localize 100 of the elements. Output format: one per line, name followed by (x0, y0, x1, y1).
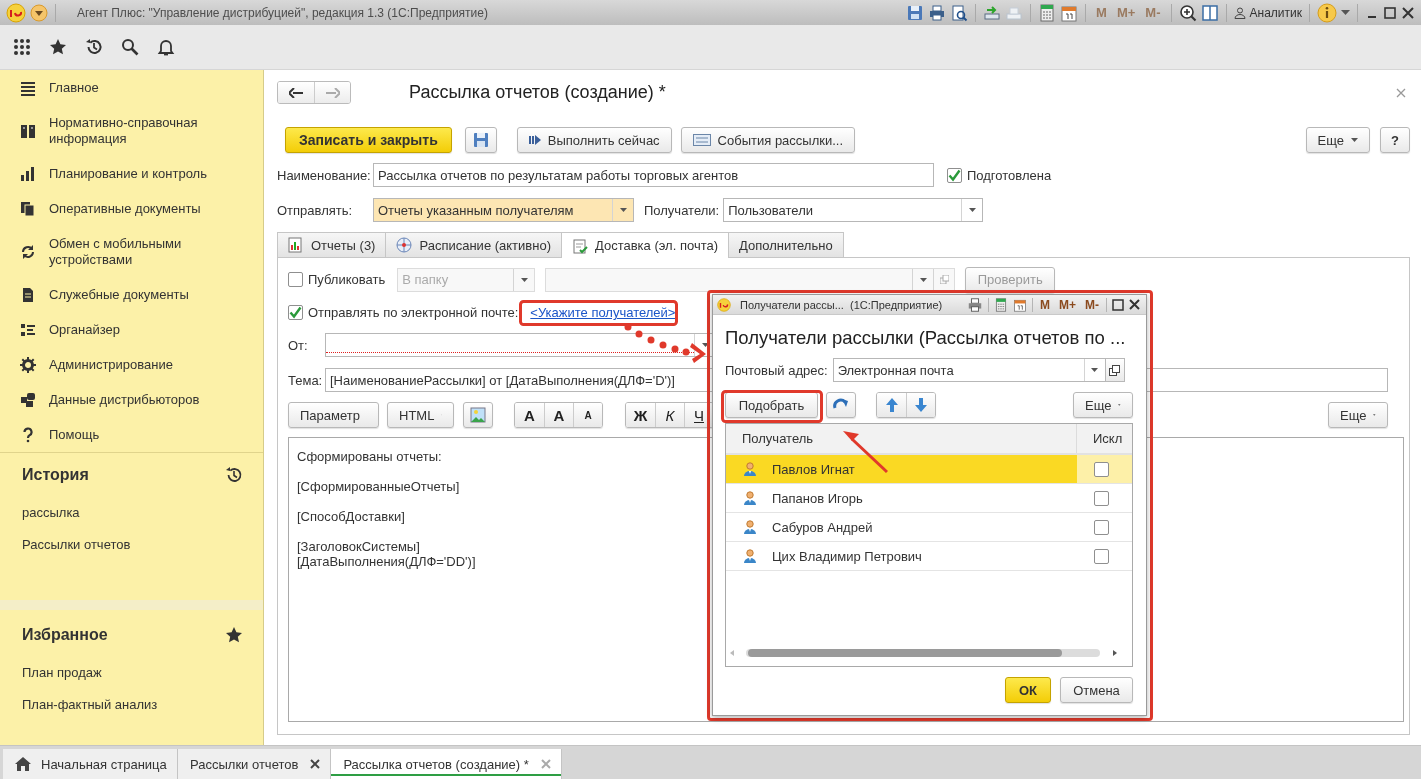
back-button[interactable] (278, 82, 314, 103)
italic-button[interactable]: К (655, 403, 684, 427)
checkbox[interactable] (288, 272, 303, 287)
open-icon (939, 275, 949, 284)
info-icon[interactable] (1317, 2, 1337, 23)
menu-item[interactable]: Оперативные документы (0, 191, 263, 226)
logo-icon (717, 297, 731, 312)
move-down-button[interactable] (906, 393, 935, 417)
dropdown-icon[interactable] (30, 3, 48, 22)
menu-item[interactable]: Данные дистрибьюторов (0, 382, 263, 417)
pick-button[interactable]: Подобрать (725, 392, 818, 418)
menu-item[interactable]: Служебные документы (0, 277, 263, 312)
calculator-icon[interactable] (1038, 3, 1057, 22)
print-icon[interactable] (928, 3, 947, 22)
recipients-dropdown[interactable]: Пользователи (723, 198, 984, 222)
help-button[interactable]: ? (1380, 127, 1410, 153)
menu-item[interactable]: Администрирование (0, 347, 263, 382)
redo-button[interactable] (826, 392, 856, 418)
export-icon[interactable] (983, 3, 1002, 22)
tab[interactable]: Отчеты (3) (277, 232, 387, 257)
menu-item[interactable]: Нормативно-справочная информация (0, 105, 263, 156)
memory-button[interactable]: M (1038, 297, 1052, 312)
checkbox[interactable] (947, 167, 962, 183)
window-tab[interactable]: Начальная страница (3, 749, 178, 779)
publish-path-field[interactable] (545, 267, 956, 292)
apps-grid-icon[interactable] (13, 38, 31, 56)
history-link[interactable]: рассылка (22, 504, 80, 520)
save-icon[interactable] (906, 3, 925, 22)
menu-item[interactable]: Главное (0, 70, 263, 105)
search-icon[interactable] (121, 38, 139, 56)
star-icon[interactable] (49, 38, 67, 56)
window-tab[interactable]: Рассылки отчетов (178, 749, 332, 779)
table-row[interactable]: Цих Владимир Петрович (726, 542, 1132, 571)
checkbox[interactable] (1094, 490, 1109, 506)
run-now-button[interactable]: Выполнить сейчас (516, 127, 672, 153)
more-button[interactable]: Еще (1073, 392, 1133, 418)
more-button[interactable]: Еще (1328, 402, 1388, 428)
format-button[interactable]: HTML (387, 402, 454, 428)
caret-icon[interactable] (1341, 9, 1350, 16)
close-icon[interactable] (310, 759, 321, 769)
maximize-icon[interactable] (1383, 5, 1397, 20)
star-icon[interactable] (225, 626, 243, 644)
more-button[interactable]: Еще (1305, 127, 1370, 153)
checkbox[interactable] (288, 305, 303, 320)
checkbox[interactable] (1094, 461, 1109, 477)
maximize-icon[interactable] (1112, 298, 1124, 311)
table-row[interactable]: Павлов Игнат (726, 455, 1132, 484)
memory-button[interactable]: M- (1083, 297, 1101, 312)
window-tab[interactable]: Рассылка отчетов (создание) * (331, 749, 562, 779)
events-button[interactable]: События рассылки... (680, 127, 856, 153)
calculator-icon[interactable] (994, 296, 1008, 313)
menu-item[interactable]: Обмен с мобильными устройствами (0, 226, 263, 277)
close-icon[interactable] (1401, 5, 1415, 20)
save-and-close-button[interactable]: Записать и закрыть (285, 127, 452, 153)
recipients-link[interactable]: <Укажите получателей> (530, 305, 676, 320)
print-icon[interactable] (967, 296, 983, 313)
font-size-button[interactable]: A (544, 403, 573, 427)
field-label: Тема: (288, 372, 324, 388)
navigation-button-group[interactable] (277, 81, 351, 104)
parameter-button[interactable]: Параметр (288, 402, 379, 428)
field-label: Получатели: (644, 202, 720, 218)
menu-item[interactable]: Помощь (0, 417, 263, 452)
ok-button[interactable]: ОК (1005, 677, 1051, 703)
user-name[interactable]: Аналитик (1249, 5, 1302, 20)
person-icon (744, 462, 756, 476)
menu-item[interactable]: Органайзер (0, 312, 263, 347)
table-row[interactable]: Сабуров Андрей (726, 513, 1132, 542)
tab[interactable]: Расписание (активно) (385, 232, 562, 257)
history-link[interactable]: Рассылки отчетов (22, 536, 131, 552)
checkbox[interactable] (1094, 548, 1109, 564)
bell-icon[interactable] (157, 38, 175, 56)
tab[interactable]: Дополнительно (728, 232, 844, 257)
calendar-icon[interactable] (1060, 3, 1079, 22)
save-button[interactable] (464, 127, 497, 153)
menu-item[interactable]: Планирование и контроль (0, 156, 263, 191)
send-mode-dropdown[interactable]: Отчеты указанным получателям (373, 198, 634, 222)
address-dropdown[interactable]: Электронная почта (832, 358, 1106, 382)
close-icon[interactable] (1129, 299, 1140, 310)
favorite-link[interactable]: План-фактный анализ (22, 696, 158, 712)
field-label: От: (288, 337, 309, 353)
zoom-icon[interactable] (1178, 3, 1197, 22)
favorite-link[interactable]: План продаж (22, 664, 102, 680)
cancel-button[interactable]: Отмена (1060, 677, 1133, 703)
panel-icon[interactable] (1200, 3, 1219, 22)
checkbox[interactable] (1094, 519, 1109, 535)
insert-image-button[interactable] (463, 402, 493, 428)
move-up-button[interactable] (877, 393, 906, 417)
open-button[interactable] (1104, 358, 1125, 382)
open-icon (1109, 364, 1121, 376)
section-title: История (22, 466, 89, 484)
history-icon[interactable] (225, 466, 243, 484)
font-size-button[interactable]: A (573, 403, 602, 427)
tab[interactable]: Доставка (эл. почта) (561, 232, 730, 258)
font-size-button[interactable]: A (515, 403, 544, 427)
table-row[interactable]: Папанов Игорь (726, 484, 1132, 513)
name-field[interactable]: Рассылка отчетов по результатам работы торговых агентов (373, 163, 934, 187)
history-icon[interactable] (85, 38, 103, 56)
bold-button[interactable]: Ж (626, 403, 655, 427)
memory-button[interactable]: M+ (1057, 297, 1078, 312)
preview-icon[interactable] (950, 3, 969, 22)
